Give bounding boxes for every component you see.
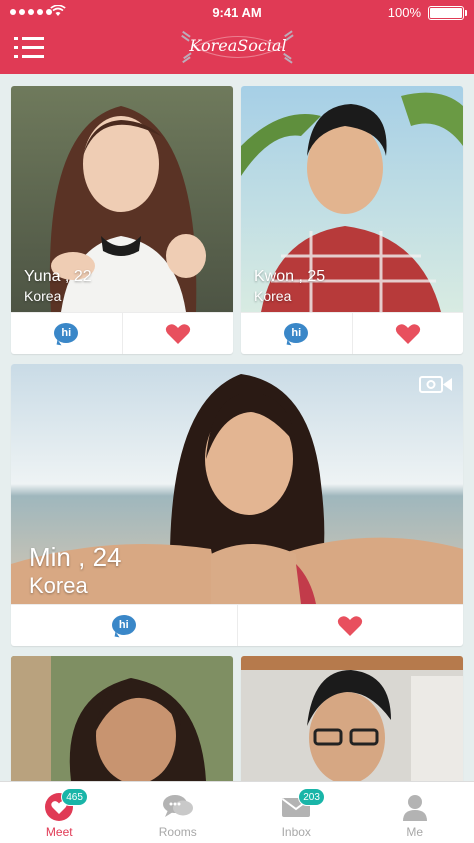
tab-label: Meet: [45, 825, 73, 839]
inbox-badge: 203: [298, 788, 325, 806]
profile-name: Kwon , 25: [254, 268, 326, 285]
card-actions: hi: [11, 604, 463, 646]
hi-bubble-icon: hi: [54, 322, 79, 345]
tab-meet[interactable]: 465 Meet: [0, 782, 119, 843]
app-logo: KoreaSocial: [180, 30, 296, 64]
say-hi-button[interactable]: hi: [241, 313, 352, 354]
logo-text: KoreaSocial: [189, 36, 287, 55]
status-bar: 9:41 AM 100%: [0, 0, 474, 26]
profile-card[interactable]: [11, 656, 233, 781]
battery-icon: [428, 6, 467, 20]
card-actions: hi: [11, 312, 233, 354]
profile-country: Korea: [29, 573, 88, 598]
chat-bubbles-icon: [162, 795, 193, 817]
tab-me[interactable]: Me: [356, 782, 474, 843]
video-camera-icon[interactable]: [419, 374, 453, 394]
profile-country: Korea: [254, 288, 292, 304]
card-actions: hi: [241, 312, 463, 354]
like-button[interactable]: [121, 313, 234, 354]
heart-icon: [338, 615, 363, 636]
profile-card[interactable]: Kwon , 25 Korea hi: [241, 86, 463, 354]
tab-inbox[interactable]: 203 Inbox: [237, 782, 356, 843]
meet-badge: 465: [61, 788, 88, 806]
say-hi-button[interactable]: hi: [11, 605, 237, 646]
top-bar: 9:41 AM 100% KoreaSocial: [0, 0, 474, 74]
tab-label: Inbox: [281, 825, 311, 839]
profile-photo[interactable]: Yuna , 22 Korea: [11, 86, 233, 312]
tab-label: Rooms: [158, 825, 197, 839]
like-button[interactable]: [236, 605, 464, 646]
profile-name: Min , 24: [29, 542, 122, 572]
profile-name: Yuna , 22: [24, 268, 92, 285]
battery-percentage: 100%: [387, 5, 421, 20]
like-button[interactable]: [351, 313, 464, 354]
profile-card[interactable]: [241, 656, 463, 781]
tab-label: Me: [406, 825, 424, 839]
profile-photo[interactable]: Kwon , 25 Korea: [241, 86, 463, 312]
profile-card[interactable]: Yuna , 22 Korea hi: [11, 86, 233, 354]
person-icon: [402, 795, 427, 821]
profile-photo[interactable]: [11, 656, 233, 781]
hi-bubble-icon: hi: [111, 614, 136, 637]
heart-icon: [395, 323, 420, 344]
profile-photo[interactable]: [241, 656, 463, 781]
bottom-tab-bar: 465 Meet Rooms 203 Inbox Me: [0, 781, 474, 843]
profile-card[interactable]: Min , 24 Korea hi: [11, 364, 463, 646]
hamburger-menu-button[interactable]: [14, 37, 44, 59]
hi-bubble-icon: hi: [284, 322, 309, 345]
profile-country: Korea: [24, 288, 62, 304]
tab-rooms[interactable]: Rooms: [119, 782, 238, 843]
heart-icon: [165, 323, 190, 344]
say-hi-button[interactable]: hi: [11, 313, 122, 354]
profile-photo[interactable]: Min , 24 Korea: [11, 364, 463, 604]
